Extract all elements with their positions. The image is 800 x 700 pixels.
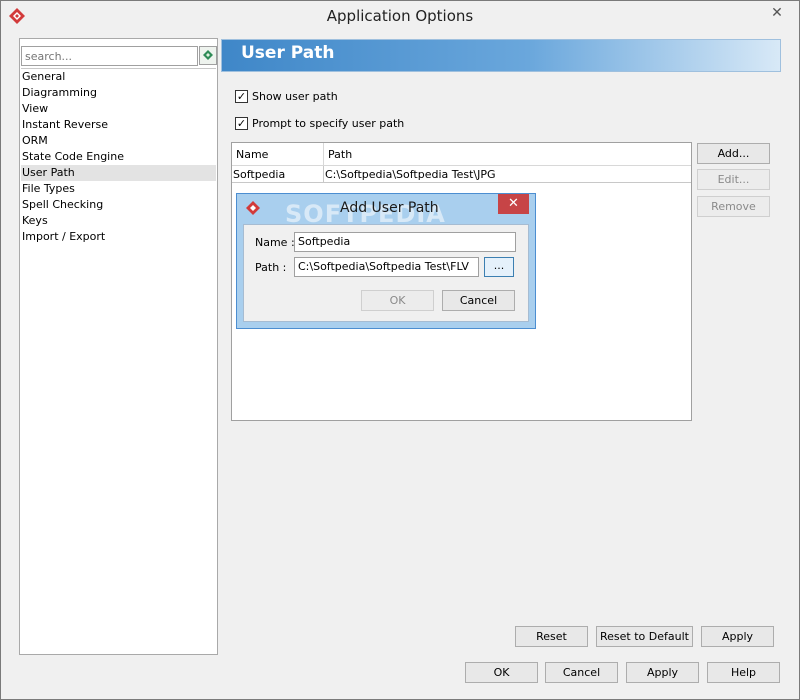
nav-item-orm[interactable]: ORM [21,133,216,149]
reset-button[interactable]: Reset [515,626,588,647]
nav-item-import-export[interactable]: Import / Export [21,229,216,245]
column-header-name[interactable]: Name [232,143,324,166]
name-field[interactable]: Softpedia [294,232,516,252]
search-input[interactable] [21,46,198,66]
window-close-button[interactable]: ✕ [762,3,792,23]
nav-item-general[interactable]: General [21,69,216,85]
add-button[interactable]: Add... [697,143,770,164]
column-header-path[interactable]: Path [324,143,691,166]
path-field[interactable]: C:\Softpedia\Softpedia Test\FLV [294,257,479,277]
panel-title: User Path [241,43,335,63]
nav-item-instant-reverse[interactable]: Instant Reverse [21,117,216,133]
apply-button[interactable]: Apply [626,662,699,683]
nav-item-keys[interactable]: Keys [21,213,216,229]
nav-item-view[interactable]: View [21,101,216,117]
table-cell-path[interactable]: C:\Softpedia\Softpedia Test\JPG [324,166,690,183]
prompt-path-checkbox[interactable]: ✓ [235,117,248,130]
dialog-app-icon [245,200,261,216]
reset-to-default-button[interactable]: Reset to Default [596,626,693,647]
nav-list: General Diagramming View Instant Reverse… [21,68,216,653]
nav-item-diagramming[interactable]: Diagramming [21,85,216,101]
ok-button[interactable]: OK [465,662,538,683]
dialog-cancel-button[interactable]: Cancel [442,290,515,311]
nav-item-state-code-engine[interactable]: State Code Engine [21,149,216,165]
nav-item-spell-checking[interactable]: Spell Checking [21,197,216,213]
show-user-path-label: Show user path [252,90,338,103]
search-clear-icon [203,50,213,60]
prompt-path-label: Prompt to specify user path [252,117,405,130]
name-label: Name : [255,236,295,249]
table-cell-name[interactable]: Softpedia [232,166,324,183]
path-label: Path : [255,261,287,274]
nav-item-user-path[interactable]: User Path [21,165,216,181]
checkmark-icon: ✓ [236,90,247,103]
browse-button[interactable]: ... [484,257,514,277]
show-user-path-checkbox[interactable]: ✓ [235,90,248,103]
window-title: Application Options [326,7,474,25]
remove-button[interactable]: Remove [697,196,770,217]
dialog-close-button[interactable]: ✕ [498,194,529,214]
checkmark-icon: ✓ [236,117,247,130]
panel-apply-button[interactable]: Apply [701,626,774,647]
cancel-button[interactable]: Cancel [545,662,618,683]
nav-item-file-types[interactable]: File Types [21,181,216,197]
dialog-ok-button[interactable]: OK [361,290,434,311]
help-button[interactable]: Help [707,662,780,683]
edit-button[interactable]: Edit... [697,169,770,190]
dialog-title: Add User Path [340,200,439,216]
search-button[interactable] [199,46,217,65]
